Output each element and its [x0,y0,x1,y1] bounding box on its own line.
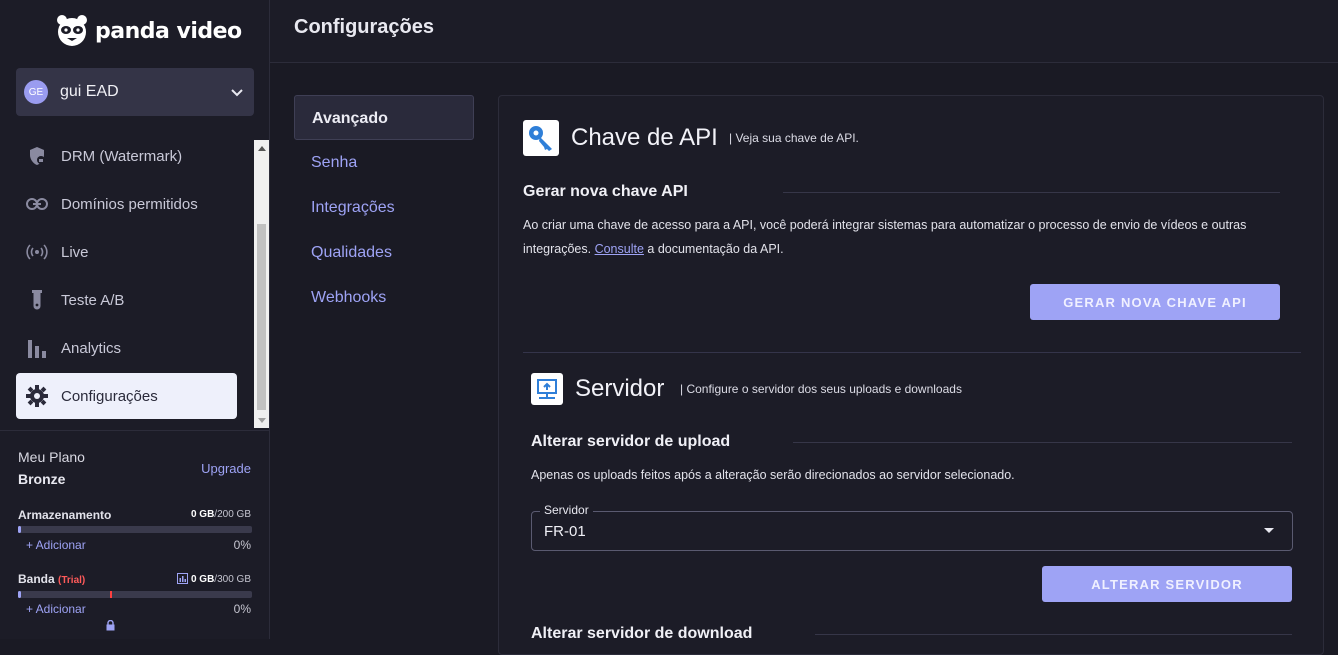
bandwidth-usage: 0 GB/300 GB [177,573,251,585]
api-heading-rule [783,192,1280,193]
test-tube-icon [26,289,48,311]
sidebar-item-live[interactable]: Live [16,229,237,275]
plan-name: Bronze [18,471,66,487]
avatar: GE [24,80,48,104]
panda-logo-icon [57,15,87,46]
sidebar-item-drm[interactable]: DRM (Watermark) [16,140,237,179]
dropdown-arrow-icon [1264,528,1274,533]
generate-api-key-button[interactable]: GERAR NOVA CHAVE API [1030,284,1280,320]
sidebar-item-ab-test[interactable]: Teste A/B [16,277,237,323]
download-heading-rule [815,634,1292,635]
upgrade-link[interactable]: Upgrade [201,461,251,476]
lock-icon [106,620,115,631]
sidebar-item-label: Analytics [61,339,122,357]
logo[interactable]: panda video [55,12,242,50]
server-icon [531,373,563,405]
scroll-up-arrow-icon[interactable] [254,140,269,155]
sidebar-item-label: DRM (Watermark) [61,147,183,165]
storage-usage: 0 GB/200 GB [190,509,251,520]
plan-panel: Meu Plano Bronze Upgrade Armazenamento 0… [0,430,269,639]
sidebar-item-label: Live [61,243,89,261]
bandwidth-add-link[interactable]: + Adicionar [26,602,86,616]
api-section-title: Chave de API [571,124,718,151]
account-name: gui EAD [60,83,119,100]
scroll-thumb[interactable] [257,224,266,410]
settings-menu: Avançado Senha Integrações Qualidades We… [294,95,474,320]
settings-card: Chave de API | Veja sua chave de API. Ge… [498,95,1324,655]
consulte-link[interactable]: Consulte [595,242,644,256]
upload-heading-rule [793,442,1292,443]
chevron-down-icon [231,89,243,97]
tab-webhooks[interactable]: Webhooks [294,275,474,320]
sidebar-item-label: Configurações [61,387,158,405]
scroll-down-arrow-icon[interactable] [254,413,269,428]
sidebar-item-label: Domínios permitidos [61,195,198,213]
storage-meter [18,526,252,533]
sidebar-item-analytics[interactable]: Analytics [16,325,237,371]
account-switcher[interactable]: GE gui EAD [16,68,254,116]
logo-text: panda video [95,18,242,44]
bar-chart-icon [26,337,48,359]
section-divider [523,352,1301,353]
chart-icon [177,573,189,584]
page-title: Configurações [294,16,435,38]
sidebar: panda video GE gui EAD DRM (Watermark) D… [0,0,270,639]
upload-server-description: Apenas os uploads feitos após a alteraçã… [531,468,1015,482]
sidebar-nav: DRM (Watermark) Domínios permitidos Live… [0,140,254,428]
sidebar-scrollbar[interactable] [254,140,269,428]
api-heading: Gerar nova chave API [523,183,688,200]
bandwidth-limit-marker [110,591,112,598]
bandwidth-title: Banda (Trial) [18,572,86,586]
sidebar-item-domains[interactable]: Domínios permitidos [16,181,237,227]
server-select[interactable]: Servidor FR-01 [531,503,1293,551]
plan-label: Meu Plano [18,449,85,465]
key-icon [523,120,559,156]
gear-icon [26,385,48,407]
tab-integrations[interactable]: Integrações [294,185,474,230]
link-icon [26,193,48,215]
upload-server-heading: Alterar servidor de upload [531,433,731,450]
broadcast-icon [26,241,48,263]
server-select-value: FR-01 [544,523,586,540]
server-section-subtitle: | Configure o servidor dos seus uploads … [680,382,962,396]
api-section-subtitle: | Veja sua chave de API. [729,131,859,145]
storage-percent: 0% [233,538,251,552]
trial-badge: (Trial) [58,575,86,586]
storage-title: Armazenamento [18,508,112,522]
storage-meter-fill [18,526,22,533]
server-section-title: Servidor [575,375,665,402]
bandwidth-percent: 0% [233,602,251,616]
change-server-button[interactable]: ALTERAR SERVIDOR [1042,566,1292,602]
shield-lock-icon [26,145,48,167]
bandwidth-meter-fill [18,591,22,598]
top-header: Configurações [270,0,1338,63]
sidebar-item-label: Teste A/B [61,291,125,309]
server-select-label: Servidor [540,503,593,517]
tab-advanced[interactable]: Avançado [294,95,474,140]
tab-qualities[interactable]: Qualidades [294,230,474,275]
bandwidth-meter [18,591,252,598]
tab-password[interactable]: Senha [294,140,474,185]
download-server-heading: Alterar servidor de download [531,625,753,642]
sidebar-item-settings[interactable]: Configurações [16,373,237,419]
storage-add-link[interactable]: + Adicionar [26,538,86,552]
api-description: Ao criar uma chave de acesso para a API,… [523,218,1247,256]
